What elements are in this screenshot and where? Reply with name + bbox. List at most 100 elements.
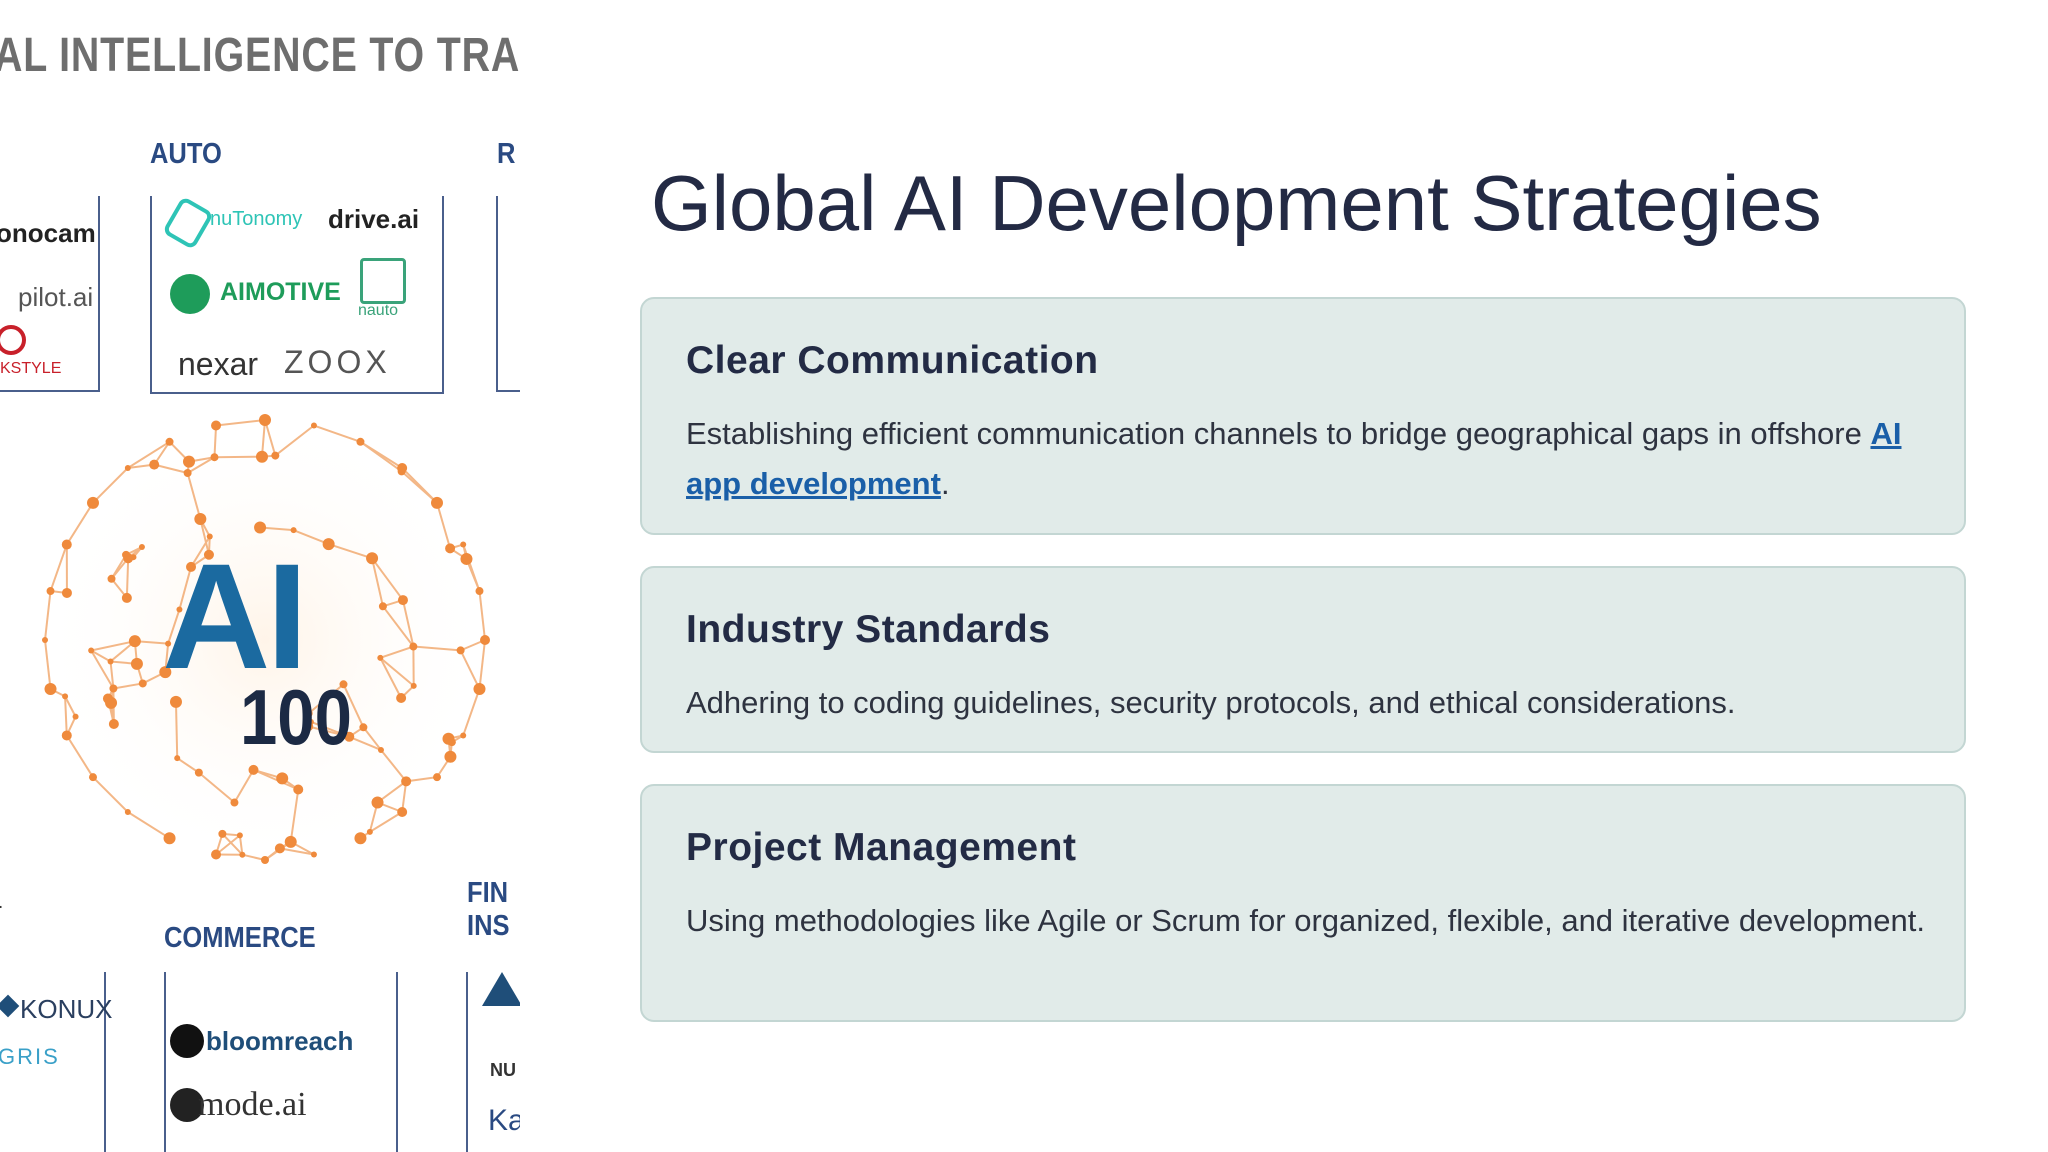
- logo-aimotive: AIMOTIVE: [220, 278, 341, 306]
- globe-node: [293, 784, 304, 795]
- globe-node: [86, 496, 99, 509]
- dash-mark: -: [0, 890, 3, 921]
- bloomreach-logo-mark: [170, 1024, 204, 1058]
- globe-node: [165, 437, 174, 446]
- globe-node: [248, 764, 259, 775]
- logo-nu: NU: [490, 1060, 516, 1080]
- globe-node: [366, 828, 373, 835]
- globe-node: [128, 635, 141, 648]
- globe-node: [183, 469, 192, 478]
- logo-drive-ai: drive.ai: [328, 204, 420, 234]
- globe-node: [124, 809, 131, 816]
- globe-node: [230, 798, 239, 807]
- card-text: Establishing efficient communication cha…: [686, 416, 1871, 451]
- category-auto: AUTO: [150, 138, 222, 170]
- globe-node: [271, 451, 280, 460]
- card-description: Establishing efficient communication cha…: [686, 409, 1926, 509]
- globe-node: [310, 422, 317, 429]
- strategy-card-project-management: Project Management Using methodologies l…: [640, 784, 1966, 1022]
- globe-node: [138, 544, 145, 551]
- globe-node: [61, 539, 72, 550]
- globe-node: [211, 420, 222, 431]
- globe-node: [359, 723, 368, 732]
- globe-node: [211, 849, 222, 860]
- globe-node: [444, 750, 457, 763]
- logo-bloomreach: bloomreach: [206, 1026, 354, 1056]
- globe-node: [194, 513, 207, 526]
- card-heading: Project Management: [686, 826, 1077, 869]
- card-description: Using methodologies like Agile or Scrum …: [686, 903, 1925, 938]
- ai-100-number: 100: [240, 673, 352, 761]
- globe-node: [72, 713, 79, 720]
- strategy-card-industry-standards: Industry Standards Adhering to coding gu…: [640, 566, 1966, 753]
- card-heading: Clear Communication: [686, 339, 1099, 382]
- globe-node: [261, 856, 269, 864]
- globe-node: [475, 587, 484, 596]
- globe-node: [61, 730, 72, 741]
- globe-node: [44, 682, 57, 695]
- commerce-bracket: [164, 972, 398, 1152]
- globe-node: [183, 455, 196, 468]
- globe-node: [456, 646, 465, 655]
- globe-node: [259, 414, 271, 426]
- globe-node: [88, 773, 97, 782]
- logo-kstyle: KSTYLE: [0, 360, 62, 377]
- globe-node: [445, 543, 456, 554]
- globe-node: [396, 692, 407, 703]
- globe-node: [409, 642, 418, 651]
- globe-node: [121, 592, 132, 603]
- globe-link: [125, 558, 130, 598]
- card-heading: Industry Standards: [686, 608, 1051, 651]
- r-bracket: [496, 196, 520, 392]
- globe-node: [401, 776, 412, 787]
- logo-nauto: nauto: [358, 302, 399, 319]
- category-r-partial: R: [497, 138, 516, 170]
- globe-node: [218, 829, 227, 838]
- globe-node: [473, 682, 486, 695]
- globe-node: [460, 541, 467, 548]
- ai-100-image: AL INTELLIGENCE TO TRA AUTO R onocam pil…: [0, 0, 520, 1152]
- logo-pilot-ai: pilot.ai: [18, 282, 94, 312]
- globe-node: [366, 552, 379, 565]
- globe-node: [107, 658, 114, 665]
- globe-node: [354, 832, 367, 845]
- card-description: Adhering to coding guidelines, security …: [686, 685, 1736, 720]
- globe-node: [108, 719, 119, 730]
- globe-node: [397, 807, 408, 818]
- logo-nutonomy: nuTonomy: [210, 208, 303, 230]
- category-fin-partial: FIN: [467, 877, 509, 909]
- globe-node: [194, 768, 203, 777]
- globe-node: [356, 437, 365, 446]
- globe-node: [62, 693, 69, 700]
- globe-node: [410, 682, 417, 689]
- globe-node: [236, 832, 243, 839]
- globe-node: [397, 462, 408, 473]
- globe-node: [130, 657, 143, 670]
- globe-node: [122, 550, 131, 559]
- category-ins-partial: INS: [467, 910, 510, 942]
- globe-node: [276, 772, 289, 785]
- globe-node: [378, 602, 387, 611]
- globe-node: [447, 738, 456, 747]
- category-commerce: COMMERCE: [164, 922, 316, 954]
- logo-ka: Ka: [488, 1104, 520, 1137]
- globe-node: [460, 732, 467, 739]
- globe-node: [138, 679, 147, 688]
- globe-node: [105, 696, 118, 709]
- globe-node: [88, 647, 95, 654]
- globe-node: [210, 453, 219, 462]
- globe-node: [397, 595, 408, 606]
- globe-node: [107, 574, 116, 583]
- globe-node: [284, 835, 297, 848]
- strategy-card-clear-communication: Clear Communication Establishing efficie…: [640, 297, 1966, 535]
- page-title: Global AI Development Strategies: [651, 159, 1822, 247]
- globe-node: [124, 464, 131, 471]
- globe-node: [163, 832, 176, 845]
- logo-onocam: onocam: [0, 218, 96, 248]
- globe-node: [255, 450, 268, 463]
- globe-node: [322, 538, 335, 551]
- card-text-end: .: [940, 466, 950, 501]
- logo-zoox: ZOOX: [284, 344, 391, 380]
- nauto-logo-mark: [360, 258, 406, 304]
- logo-konux: KONUX: [20, 994, 113, 1024]
